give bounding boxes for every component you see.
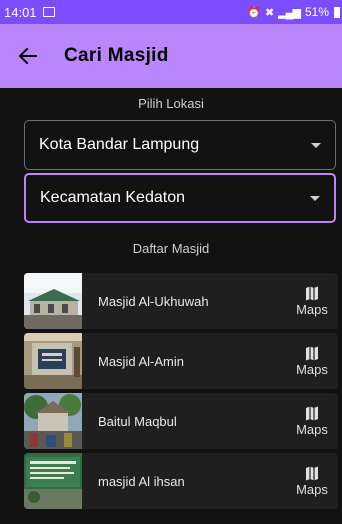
mosque-photo	[24, 453, 82, 509]
battery-percent: 51%	[304, 5, 329, 19]
mosque-name: masjid Al ihsan	[98, 473, 185, 489]
map-icon	[306, 466, 318, 480]
list-item[interactable]: Baitul Maqbul Maps	[24, 393, 338, 449]
app-bar: Cari Masjid	[0, 24, 342, 88]
maps-label: Maps	[296, 361, 328, 377]
district-dropdown[interactable]: Kecamatan Kedaton	[24, 173, 336, 223]
district-dropdown-value: Kecamatan Kedaton	[40, 189, 185, 206]
mosque-list: Masjid Al-Ukhuwah Maps Masjid Al-Amin Ma…	[24, 273, 338, 513]
status-time: 14:01	[4, 4, 37, 20]
maps-button[interactable]: Maps	[290, 346, 334, 377]
map-icon	[306, 406, 318, 420]
status-bar: 14:01 ⏰ ✖ ▂▄▆ 51%	[0, 0, 342, 24]
maps-button[interactable]: Maps	[290, 406, 334, 437]
status-right: ⏰ ✖ ▂▄▆ 51%	[247, 5, 340, 19]
page-title: Cari Masjid	[64, 45, 169, 66]
alarm-icon: ⏰	[247, 6, 261, 19]
city-dropdown-value: Kota Bandar Lampung	[39, 136, 200, 153]
list-item[interactable]: Masjid Al-Ukhuwah Maps	[24, 273, 338, 329]
dropdown-arrow-icon	[310, 195, 320, 201]
location-label: Pilih Lokasi	[138, 96, 204, 111]
mosque-photo	[24, 333, 82, 389]
mosque-list-label: Daftar Masjid	[132, 241, 210, 256]
mosque-name: Masjid Al-Amin	[98, 353, 184, 369]
mosque-photo	[24, 393, 82, 449]
maps-button[interactable]: Maps	[290, 466, 334, 497]
mute-icon: ✖	[265, 6, 274, 19]
gallery-notification-icon	[42, 7, 55, 17]
mosque-photo	[24, 273, 82, 329]
dropdown-arrow-icon	[311, 142, 321, 148]
status-left: 14:01	[4, 5, 55, 20]
signal-icon: ▂▄▆	[278, 6, 301, 19]
mosque-name: Baitul Maqbul	[98, 413, 177, 429]
maps-button[interactable]: Maps	[290, 286, 334, 317]
map-icon	[306, 286, 318, 300]
maps-label: Maps	[296, 421, 328, 437]
city-dropdown[interactable]: Kota Bandar Lampung	[24, 120, 336, 170]
maps-label: Maps	[296, 481, 328, 497]
list-item[interactable]: masjid Al ihsan Maps	[24, 453, 338, 509]
map-icon	[306, 346, 318, 360]
mosque-name: Masjid Al-Ukhuwah	[98, 293, 209, 309]
list-item[interactable]: Masjid Al-Amin Maps	[24, 333, 338, 389]
battery-icon	[334, 6, 340, 18]
arrow-back-icon[interactable]	[16, 44, 40, 68]
maps-label: Maps	[296, 301, 328, 317]
